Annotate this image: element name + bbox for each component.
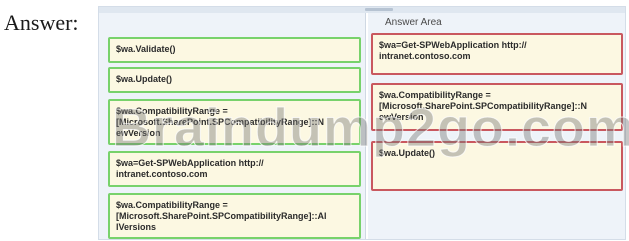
source-tile-validate[interactable]: $wa.Validate() xyxy=(108,37,361,63)
source-tile-get-webapp[interactable]: $wa=Get-SPWebApplication http:// intrane… xyxy=(108,151,361,187)
panel-divider xyxy=(365,13,368,239)
answer-label: Answer: xyxy=(4,10,79,35)
answer-tile-compat-newversion[interactable]: $wa.CompatibilityRange = [Microsoft.Shar… xyxy=(371,83,623,131)
drag-drop-exhibit: Answer Area $wa.Validate() $wa.Update() … xyxy=(98,6,626,240)
answer-tile-get-webapp[interactable]: $wa=Get-SPWebApplication http:// intrane… xyxy=(371,33,623,75)
source-tile-compat-newversion[interactable]: $wa.CompatibilityRange = [Microsoft.Shar… xyxy=(108,99,361,145)
answer-tile-update[interactable]: $wa.Update() xyxy=(371,141,623,191)
grip-handle-icon xyxy=(365,8,393,11)
exhibit-top-bar xyxy=(99,7,625,13)
answer-area-title: Answer Area xyxy=(385,17,442,28)
source-tile-update[interactable]: $wa.Update() xyxy=(108,67,361,93)
source-tile-compat-allversions[interactable]: $wa.CompatibilityRange = [Microsoft.Shar… xyxy=(108,193,361,239)
